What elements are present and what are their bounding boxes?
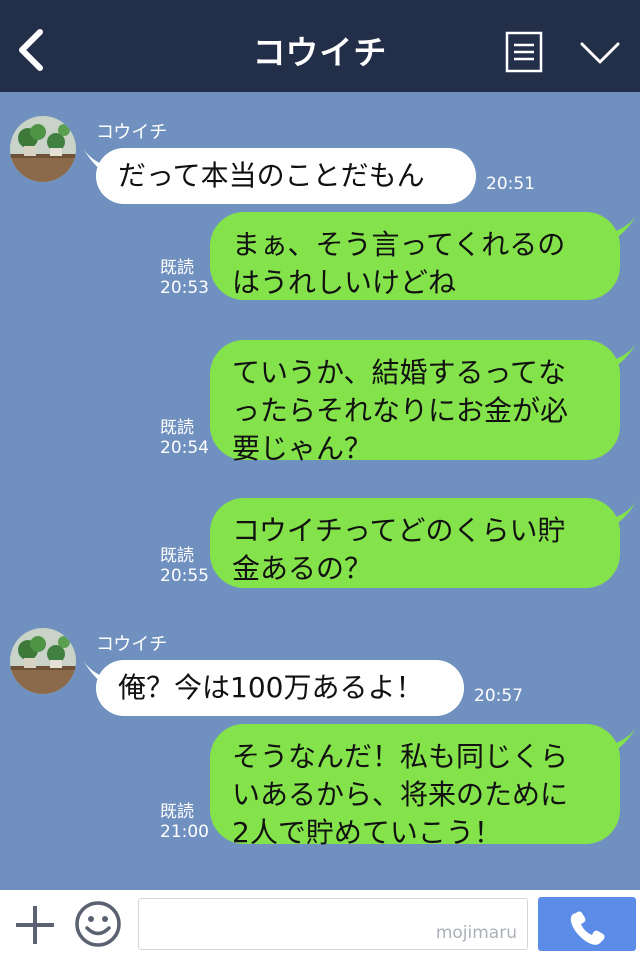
message-time: 21:00	[160, 822, 209, 842]
read-label: 既読	[160, 546, 194, 566]
message-time: 20:57	[474, 686, 523, 706]
message-bubble-outgoing[interactable]: コウイチってどのくらい貯 金あるの？	[210, 498, 620, 588]
read-label: 既読	[160, 802, 194, 822]
message-line: ていうか、結婚するってな	[232, 356, 567, 389]
message-line: いあるから、将来のために	[232, 778, 569, 811]
read-receipt: 既読 20:54	[160, 418, 209, 458]
collapse-button[interactable]	[578, 38, 622, 68]
message-line: そうなんだ！私も同じくら	[232, 740, 569, 773]
menu-button[interactable]	[505, 31, 543, 73]
message-line: 金あるの？	[232, 552, 373, 585]
smiley-icon	[75, 901, 121, 947]
watermark: mojimaru	[435, 923, 517, 943]
read-receipt: 既読 20:53	[160, 258, 209, 298]
message-time: 20:53	[160, 278, 209, 298]
sender-name: コウイチ	[96, 634, 168, 655]
avatar[interactable]	[10, 116, 76, 182]
phone-icon	[570, 911, 605, 945]
message-time: 20:51	[486, 174, 535, 194]
message-line: 要じゃん？	[232, 432, 373, 465]
chevron-down-icon	[580, 42, 620, 64]
add-button[interactable]	[14, 904, 56, 946]
emoji-button[interactable]	[74, 900, 122, 948]
message-time: 20:55	[160, 566, 209, 586]
input-bar: mojimaru	[0, 890, 640, 960]
message-line: ったらそれなりにお金が必	[232, 394, 569, 427]
read-label: 既読	[160, 258, 194, 278]
message-bubble-outgoing[interactable]: ていうか、結婚するってな ったらそれなりにお金が必 要じゃん？	[210, 340, 620, 465]
message-input[interactable]: mojimaru	[138, 898, 528, 950]
chat-title: コウイチ	[252, 33, 388, 72]
message-line: コウイチってどのくらい貯	[232, 514, 566, 547]
plant-avatar-icon	[10, 116, 76, 182]
message-time: 20:54	[160, 438, 209, 458]
read-receipt: 既読 20:55	[160, 546, 209, 586]
plus-icon	[16, 906, 54, 944]
plant-avatar-icon	[10, 628, 76, 694]
message-line: まぁ、そう言ってくれるの	[232, 228, 566, 261]
read-receipt: 既読 21:00	[160, 802, 209, 842]
message-bubble-outgoing[interactable]: そうなんだ！私も同じくら いあるから、将来のために 2人で貯めていこう！	[210, 724, 620, 849]
menu-icon	[505, 31, 543, 73]
header-bar: コウイチ	[0, 0, 640, 92]
chat-area[interactable]: コウイチ だって本当のことだもん 20:51 既読 20:53 まぁ、そう言って…	[0, 92, 640, 890]
sender-name: コウイチ	[96, 122, 168, 143]
avatar[interactable]	[10, 628, 76, 694]
message-line: はうれしいけどね	[232, 266, 457, 299]
read-label: 既読	[160, 418, 194, 438]
call-button[interactable]	[538, 897, 636, 951]
message-bubble-incoming[interactable]: だって本当のことだもん	[96, 148, 476, 204]
message-line: 2人で貯めていこう！	[232, 816, 502, 849]
message-bubble-incoming[interactable]: 俺？今は100万あるよ！	[96, 660, 464, 716]
message-bubble-outgoing[interactable]: まぁ、そう言ってくれるの はうれしいけどね	[210, 212, 620, 300]
